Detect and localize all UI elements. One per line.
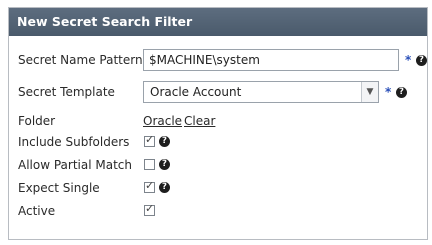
template-row: Secret Template Oracle Account ▼ * ? — [9, 81, 427, 103]
name-pattern-input[interactable] — [143, 49, 399, 71]
expect-single-label: Expect Single — [18, 181, 100, 195]
folder-clear-link[interactable]: Clear — [184, 110, 215, 132]
help-icon[interactable]: ? — [159, 136, 170, 147]
folder-row: Folder Oracle Clear — [9, 110, 427, 132]
help-icon[interactable]: ? — [159, 159, 170, 170]
folder-label: Folder — [18, 114, 56, 128]
expect-single-row: Expect Single ✓ ? — [9, 177, 427, 199]
allow-partial-checkbox[interactable] — [144, 159, 155, 170]
help-icon[interactable]: ? — [159, 182, 170, 193]
folder-link[interactable]: Oracle — [143, 110, 182, 132]
template-label: Secret Template — [18, 85, 115, 99]
name-pattern-row: Secret Name Pattern * ? — [9, 49, 427, 71]
panel-title: New Secret Search Filter — [9, 8, 427, 36]
search-filter-panel: New Secret Search Filter Secret Name Pat… — [8, 7, 428, 240]
required-marker: * — [385, 85, 392, 99]
allow-partial-row: Allow Partial Match ? — [9, 154, 427, 176]
active-label: Active — [18, 204, 56, 218]
help-icon[interactable]: ? — [396, 87, 407, 98]
active-row: Active ✓ — [9, 200, 427, 222]
help-icon[interactable]: ? — [416, 55, 427, 66]
include-subfolders-label: Include Subfolders — [18, 135, 130, 149]
check-icon: ✓ — [145, 179, 155, 192]
include-subfolders-checkbox[interactable]: ✓ — [144, 133, 155, 147]
check-icon: ✓ — [145, 133, 155, 146]
chevron-down-icon[interactable]: ▼ — [361, 82, 378, 102]
active-checkbox[interactable]: ✓ — [144, 202, 155, 216]
include-subfolders-row: Include Subfolders ✓ ? — [9, 131, 427, 153]
allow-partial-label: Allow Partial Match — [18, 158, 132, 172]
name-pattern-label: Secret Name Pattern — [18, 53, 143, 67]
template-selected-value: Oracle Account — [150, 85, 242, 99]
expect-single-checkbox[interactable]: ✓ — [144, 179, 155, 193]
check-icon: ✓ — [145, 202, 155, 215]
template-select[interactable]: Oracle Account ▼ — [143, 81, 379, 103]
required-marker: * — [405, 53, 412, 67]
